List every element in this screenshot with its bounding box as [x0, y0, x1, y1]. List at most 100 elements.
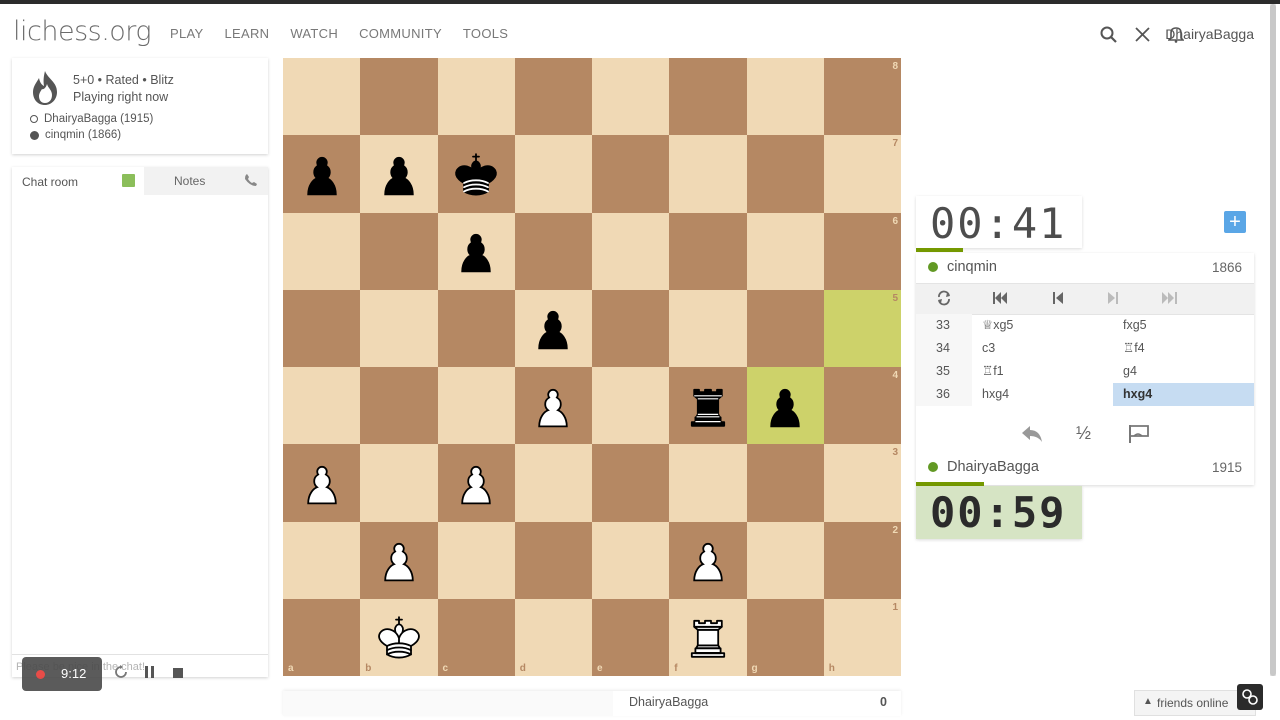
square-f8[interactable]: [669, 58, 747, 136]
square-a5[interactable]: [283, 289, 361, 367]
square-f5[interactable]: [669, 289, 747, 367]
square-g4[interactable]: [746, 367, 824, 445]
first-move-icon[interactable]: [992, 290, 1008, 311]
square-d5[interactable]: [514, 289, 592, 367]
black-pawn-icon[interactable]: [372, 147, 426, 201]
phone-icon[interactable]: [244, 173, 258, 192]
black-pawn-icon[interactable]: [758, 379, 812, 433]
chat-toggle-checkbox[interactable]: [122, 174, 135, 187]
square-d2[interactable]: [514, 521, 592, 599]
square-c4[interactable]: [437, 367, 515, 445]
square-e5[interactable]: [592, 289, 670, 367]
pause-icon[interactable]: [144, 665, 156, 684]
add-time-button[interactable]: +: [1224, 211, 1246, 233]
square-g8[interactable]: [746, 58, 824, 136]
square-b5[interactable]: [360, 289, 438, 367]
black-move[interactable]: ♖f4: [1113, 337, 1254, 360]
square-e1[interactable]: e: [592, 598, 670, 676]
offer-draw-button[interactable]: ½: [1076, 423, 1091, 444]
square-c8[interactable]: [437, 58, 515, 136]
square-f2[interactable]: [669, 521, 747, 599]
square-g3[interactable]: [746, 444, 824, 522]
square-a1[interactable]: a: [283, 598, 361, 676]
square-d6[interactable]: [514, 212, 592, 290]
tab-notes[interactable]: Notes: [174, 174, 205, 188]
square-b6[interactable]: [360, 212, 438, 290]
user-menu[interactable]: DhairyaBagga: [1165, 26, 1254, 42]
site-logo[interactable]: lichess.org: [13, 16, 152, 47]
square-a3[interactable]: [283, 444, 361, 522]
white-move[interactable]: hxg4: [978, 383, 1117, 406]
square-h2[interactable]: 2: [823, 521, 901, 599]
square-h6[interactable]: 6: [823, 212, 901, 290]
white-move[interactable]: c3: [978, 337, 1117, 360]
square-h5[interactable]: 5: [823, 289, 901, 367]
player-name[interactable]: DhairyaBagga: [947, 459, 1039, 475]
white-rook-icon[interactable]: [681, 610, 735, 664]
tab-chat-room[interactable]: Chat room: [12, 167, 144, 195]
extension-icon[interactable]: [1237, 684, 1263, 710]
chess-board[interactable]: 8765432abcdefg1h: [283, 58, 901, 676]
square-c1[interactable]: c: [437, 598, 515, 676]
square-h3[interactable]: 3: [823, 444, 901, 522]
square-a7[interactable]: [283, 135, 361, 213]
nav-tools[interactable]: TOOLS: [463, 26, 508, 41]
last-move-icon[interactable]: [1161, 290, 1179, 311]
square-f6[interactable]: [669, 212, 747, 290]
stop-icon[interactable]: [172, 666, 184, 684]
square-b7[interactable]: [360, 135, 438, 213]
takeback-icon[interactable]: [1020, 424, 1044, 449]
white-king-icon[interactable]: [372, 610, 426, 664]
swords-icon[interactable]: [1132, 24, 1152, 44]
square-d8[interactable]: [514, 58, 592, 136]
square-g1[interactable]: g: [746, 598, 824, 676]
black-move[interactable]: fxg5: [1113, 314, 1254, 337]
square-h1[interactable]: 1h: [823, 598, 901, 676]
square-f3[interactable]: [669, 444, 747, 522]
page-scrollbar[interactable]: [1270, 4, 1276, 676]
square-c6[interactable]: [437, 212, 515, 290]
black-pawn-icon[interactable]: [295, 147, 349, 201]
square-e3[interactable]: [592, 444, 670, 522]
flip-board-icon[interactable]: [936, 290, 952, 311]
black-king-icon[interactable]: [449, 147, 503, 201]
square-f7[interactable]: [669, 135, 747, 213]
square-c2[interactable]: [437, 521, 515, 599]
black-pawn-icon[interactable]: [526, 301, 580, 355]
search-icon[interactable]: [1098, 24, 1118, 44]
restart-icon[interactable]: [114, 665, 128, 684]
square-e7[interactable]: [592, 135, 670, 213]
square-c5[interactable]: [437, 289, 515, 367]
square-f4[interactable]: [669, 367, 747, 445]
square-d3[interactable]: [514, 444, 592, 522]
square-b4[interactable]: [360, 367, 438, 445]
white-player-info[interactable]: DhairyaBagga (1915): [30, 113, 153, 125]
white-pawn-icon[interactable]: [372, 533, 426, 587]
white-pawn-icon[interactable]: [449, 456, 503, 510]
square-c7[interactable]: [437, 135, 515, 213]
black-move[interactable]: hxg4: [1113, 383, 1254, 406]
white-pawn-icon[interactable]: [295, 456, 349, 510]
square-g7[interactable]: [746, 135, 824, 213]
square-g5[interactable]: [746, 289, 824, 367]
black-player-info[interactable]: cinqmin (1866): [30, 129, 121, 141]
square-a8[interactable]: [283, 58, 361, 136]
square-b1[interactable]: b: [360, 598, 438, 676]
white-move[interactable]: ♖f1: [978, 360, 1117, 383]
nav-community[interactable]: COMMUNITY: [359, 26, 442, 41]
square-b8[interactable]: [360, 58, 438, 136]
black-pawn-icon[interactable]: [449, 224, 503, 278]
white-move[interactable]: ♕xg5: [978, 314, 1117, 337]
nav-play[interactable]: PLAY: [170, 26, 203, 41]
nav-learn[interactable]: LEARN: [224, 26, 269, 41]
square-e2[interactable]: [592, 521, 670, 599]
square-a2[interactable]: [283, 521, 361, 599]
resign-flag-icon[interactable]: [1128, 424, 1150, 449]
square-e8[interactable]: [592, 58, 670, 136]
square-d1[interactable]: d: [514, 598, 592, 676]
white-pawn-icon[interactable]: [526, 379, 580, 433]
white-pawn-icon[interactable]: [681, 533, 735, 587]
black-rook-icon[interactable]: [681, 379, 735, 433]
square-d4[interactable]: [514, 367, 592, 445]
square-g6[interactable]: [746, 212, 824, 290]
